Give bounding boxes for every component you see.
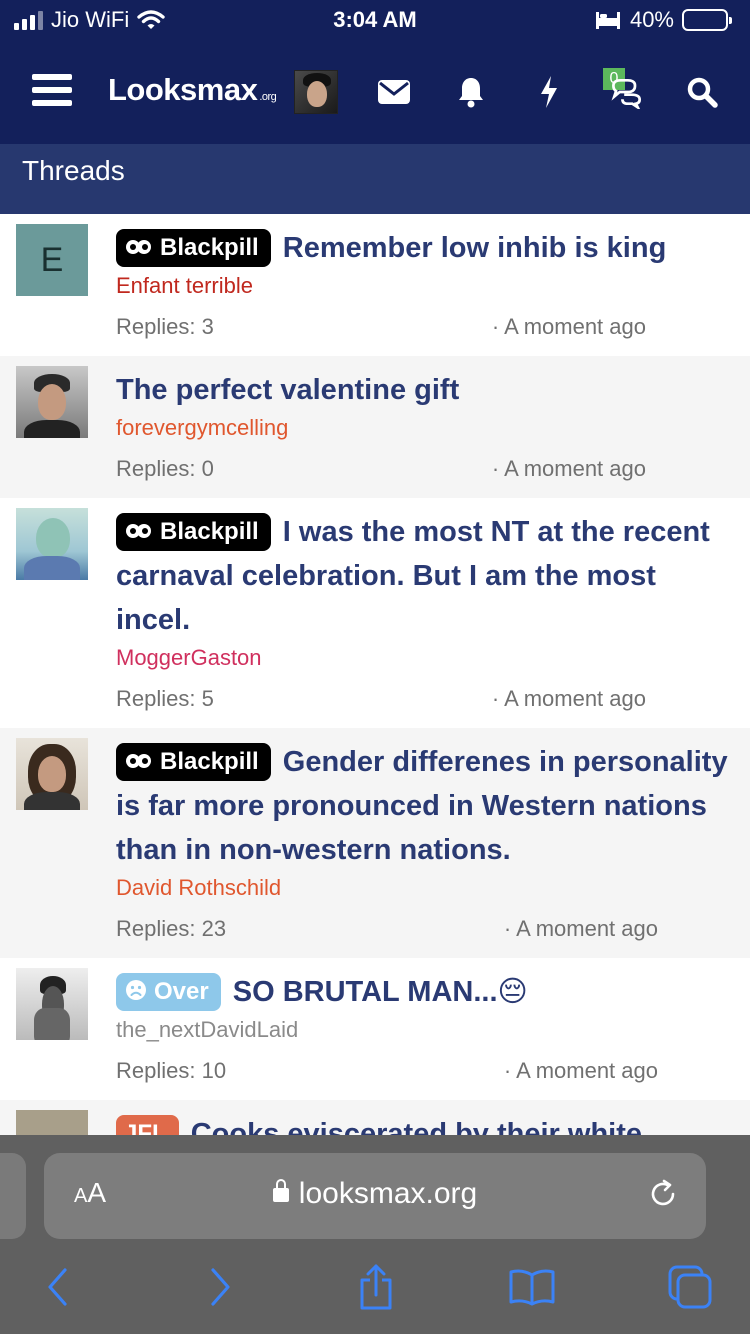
thread-time[interactable]: · A moment ago xyxy=(504,916,730,942)
thread-author[interactable]: the_nextDavidLaid xyxy=(116,1016,730,1044)
reload-icon[interactable] xyxy=(646,1177,680,1211)
thread-title-line[interactable]: Blackpill I was the most NT at the recen… xyxy=(116,510,730,642)
back-icon[interactable] xyxy=(34,1263,82,1311)
safari-toolbar: AA looksmax.org xyxy=(0,1135,750,1334)
thread-row[interactable]: JFL Cooks eviscerated by their white xyxy=(0,1100,750,1140)
forward-icon[interactable] xyxy=(196,1263,244,1311)
author-avatar[interactable] xyxy=(16,738,88,810)
thread-time[interactable]: · A moment ago xyxy=(492,686,730,712)
thread-content: Blackpill Gender differenes in personali… xyxy=(116,728,730,958)
thread-content: Over SO BRUTAL MAN...😔 the_nextDavidLaid… xyxy=(116,958,730,1100)
menu-icon[interactable] xyxy=(32,74,72,108)
search-icon[interactable] xyxy=(684,74,720,110)
thread-content: Blackpill I was the most NT at the recen… xyxy=(116,498,730,728)
thread-author[interactable]: forevergymcelling xyxy=(116,414,730,442)
thread-prefix[interactable]: Blackpill xyxy=(116,513,271,551)
bell-icon[interactable] xyxy=(453,74,489,110)
envelope-icon[interactable] xyxy=(376,74,412,110)
thread-meta: Replies: 0 · A moment ago xyxy=(116,456,730,482)
prefix-label: Over xyxy=(154,978,209,1005)
tabs-icon[interactable] xyxy=(666,1263,714,1311)
thread-list: E Blackpill Remember low inhib is king E… xyxy=(0,214,750,1140)
thread-title[interactable]: The perfect valentine gift xyxy=(116,374,459,406)
thread-prefix[interactable]: Blackpill xyxy=(116,743,271,781)
thread-author[interactable]: David Rothschild xyxy=(116,874,730,902)
thread-meta: Replies: 10 · A moment ago xyxy=(116,1058,730,1084)
prefix-label: Blackpill xyxy=(160,234,259,261)
reply-count: Replies: 10 xyxy=(116,1058,227,1083)
pills-icon xyxy=(126,240,151,254)
app-header: Looksmax .org 0 xyxy=(0,44,750,144)
thread-title-line[interactable]: Blackpill Remember low inhib is king xyxy=(116,226,730,270)
logo-text: Looksmax xyxy=(108,72,258,107)
thread-author[interactable]: Enfant terrible xyxy=(116,272,730,300)
lock-icon xyxy=(272,1179,289,1202)
thread-content: JFL Cooks eviscerated by their white xyxy=(116,1100,730,1140)
bolt-icon[interactable] xyxy=(531,74,567,110)
share-icon[interactable] xyxy=(352,1263,400,1311)
chat-bubbles-icon[interactable] xyxy=(608,74,644,110)
thread-title[interactable]: Remember low inhib is king xyxy=(283,232,667,264)
author-avatar[interactable] xyxy=(16,508,88,580)
prefix-label: Blackpill xyxy=(160,748,259,775)
battery-percent: 40% xyxy=(629,7,674,32)
thread-time[interactable]: · A moment ago xyxy=(492,314,730,340)
thread-meta: Replies: 23 · A moment ago xyxy=(116,916,730,942)
url-display[interactable]: looksmax.org xyxy=(44,1177,706,1211)
author-avatar[interactable] xyxy=(16,968,88,1040)
pills-icon xyxy=(126,754,151,768)
reply-count: Replies: 23 xyxy=(116,916,227,941)
thread-content: Blackpill Remember low inhib is king Enf… xyxy=(116,214,730,356)
thread-content: The perfect valentine gift forevergymcel… xyxy=(116,356,730,498)
thread-row[interactable]: Blackpill I was the most NT at the recen… xyxy=(0,498,750,728)
battery-icon xyxy=(682,9,732,31)
reply-count: Replies: 5 xyxy=(116,686,214,711)
bookmarks-icon[interactable] xyxy=(508,1263,556,1311)
site-logo[interactable]: Looksmax .org xyxy=(108,72,277,108)
thread-title-line[interactable]: Over SO BRUTAL MAN...😔 xyxy=(116,970,730,1014)
thread-title[interactable]: SO BRUTAL MAN...😔 xyxy=(233,976,528,1008)
thread-time[interactable]: · A moment ago xyxy=(492,456,730,482)
thread-meta: Replies: 5 · A moment ago xyxy=(116,686,730,712)
pills-icon xyxy=(126,524,151,538)
status-bar: Jio WiFi 3:04 AM 40% xyxy=(0,0,750,44)
logo-suffix: .org xyxy=(259,91,277,103)
thread-row[interactable]: E Blackpill Remember low inhib is king E… xyxy=(0,214,750,356)
thread-meta: Replies: 3 · A moment ago xyxy=(116,314,730,340)
sad-face-icon xyxy=(126,980,146,1000)
reply-count: Replies: 0 xyxy=(116,456,214,481)
thread-row[interactable]: The perfect valentine gift forevergymcel… xyxy=(0,356,750,498)
section-title: Threads xyxy=(22,155,125,186)
prefix-label: Blackpill xyxy=(160,518,259,545)
status-right: 40% xyxy=(594,7,732,33)
sleep-mode-icon xyxy=(595,12,620,29)
thread-row[interactable]: Over SO BRUTAL MAN...😔 the_nextDavidLaid… xyxy=(0,958,750,1100)
thread-prefix[interactable]: Blackpill xyxy=(116,229,271,267)
address-bar[interactable]: AA looksmax.org xyxy=(44,1153,706,1239)
author-avatar[interactable]: E xyxy=(16,224,88,296)
thread-time[interactable]: · A moment ago xyxy=(504,1058,730,1084)
thread-title-line[interactable]: Blackpill Gender differenes in personali… xyxy=(116,740,730,872)
url-text: looksmax.org xyxy=(298,1177,478,1210)
section-header: Threads xyxy=(0,144,750,214)
thread-prefix[interactable]: Over xyxy=(116,973,221,1011)
reply-count: Replies: 3 xyxy=(116,314,214,339)
user-avatar[interactable] xyxy=(294,70,338,114)
author-avatar[interactable] xyxy=(16,366,88,438)
thread-title-line[interactable]: The perfect valentine gift xyxy=(116,368,730,412)
thread-row[interactable]: Blackpill Gender differenes in personali… xyxy=(0,728,750,958)
thread-author[interactable]: MoggerGaston xyxy=(116,644,730,672)
previous-tab-edge[interactable] xyxy=(0,1153,26,1239)
